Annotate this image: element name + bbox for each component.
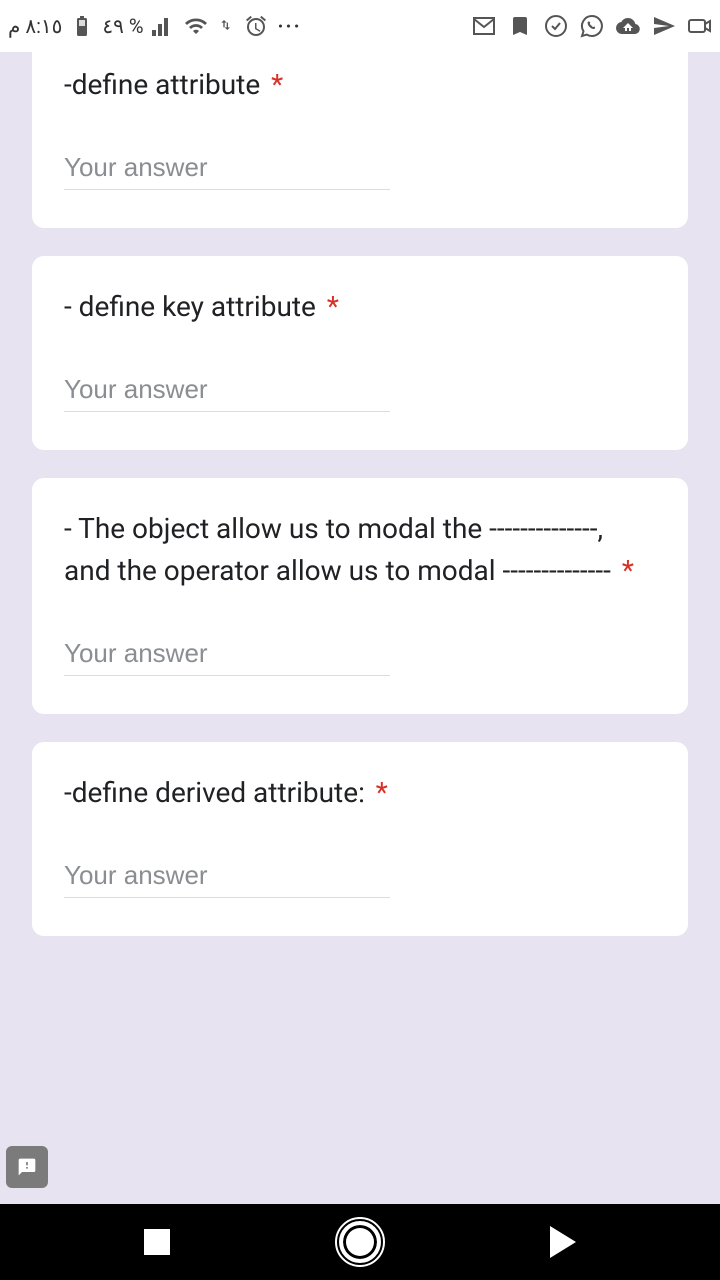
- question-card-4: -define derived attribute: *: [32, 742, 688, 936]
- nav-recents[interactable]: [144, 1229, 170, 1255]
- answer-input-3[interactable]: [64, 632, 390, 676]
- messenger-check-icon: [544, 14, 568, 38]
- required-mark: *: [376, 776, 388, 809]
- required-mark: *: [622, 554, 634, 587]
- required-mark: *: [271, 68, 283, 101]
- form-content: -define attribute * - define key attribu…: [0, 52, 720, 936]
- cloud-add-icon: [616, 14, 640, 38]
- battery-icon: [70, 14, 94, 38]
- nav-home[interactable]: [339, 1221, 381, 1263]
- question-text-2: - define key attribute *: [64, 286, 656, 328]
- status-bar: ٨:١٥ م ٤٩ % ···: [0, 0, 720, 52]
- question-card-1: -define attribute *: [32, 52, 688, 228]
- nav-back[interactable]: [550, 1226, 576, 1258]
- wifi-icon: [184, 14, 208, 38]
- question-card-2: - define key attribute *: [32, 256, 688, 450]
- question-text-3: - The object allow us to modal the -----…: [64, 508, 656, 592]
- more-icon: ···: [278, 14, 302, 38]
- answer-input-1[interactable]: [64, 146, 390, 190]
- bookmark-icon: [508, 14, 532, 38]
- status-time: ٨:١٥ م: [8, 14, 62, 38]
- whatsapp-icon: [580, 14, 604, 38]
- telegram-icon: [652, 14, 676, 38]
- video-icon: [688, 14, 712, 38]
- alarm-icon: [244, 14, 268, 38]
- required-mark: *: [327, 290, 339, 323]
- question-text-1: -define attribute *: [64, 64, 656, 106]
- report-issue-button[interactable]: [6, 1146, 48, 1188]
- data-transfer-icon: [218, 14, 234, 38]
- gmail-icon: [472, 14, 496, 38]
- question-card-3: - The object allow us to modal the -----…: [32, 478, 688, 714]
- signal-icon: [150, 14, 174, 38]
- answer-input-2[interactable]: [64, 368, 390, 412]
- question-text-4: -define derived attribute: *: [64, 772, 656, 814]
- answer-input-4[interactable]: [64, 854, 390, 898]
- android-nav-bar: [0, 1204, 720, 1280]
- battery-percent: ٤٩ %: [102, 14, 143, 38]
